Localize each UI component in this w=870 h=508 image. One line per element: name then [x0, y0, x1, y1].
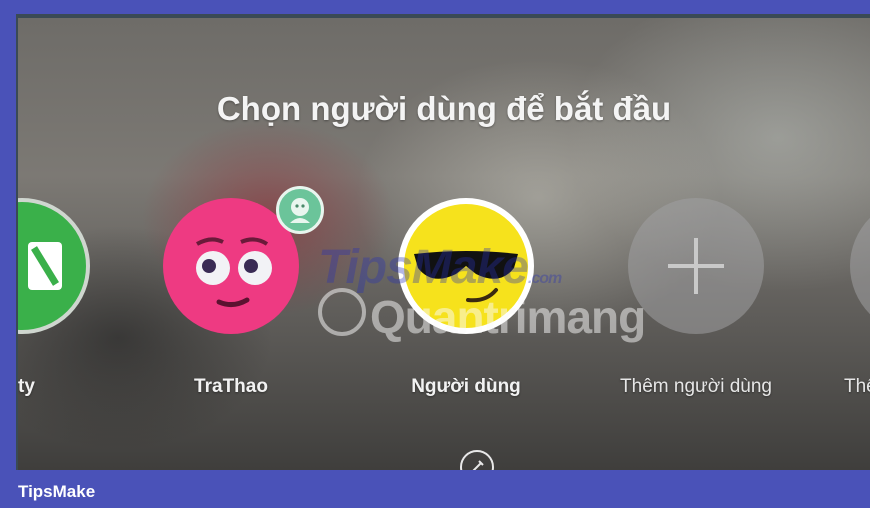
- add-user-label: Thêm người dùng: [620, 376, 772, 397]
- footer-brand: TipsMake: [18, 482, 96, 501]
- watermark-line2: Quantrimang: [370, 291, 646, 343]
- lightbulb-icon: [318, 288, 366, 336]
- footer-bar: TipsMake: [0, 474, 870, 508]
- tv-screen: Chọn người dùng để bắt đầu ty TraThao Ng…: [18, 18, 870, 470]
- add-user-avatar[interactable]: [628, 198, 764, 334]
- watermark: TipsMake.com Quantrimang: [318, 241, 646, 366]
- page-title: Chọn người dùng để bắt đầu: [216, 90, 672, 127]
- plus-icon: [668, 238, 724, 294]
- profile-label-partial-right: Thê: [844, 376, 870, 397]
- profile-avatar-partial-right[interactable]: [850, 198, 870, 334]
- profile-label-nguoi-dung: Người dùng: [411, 376, 521, 397]
- pencil-icon: [472, 460, 484, 470]
- watermark-line1: TipsMake.com: [318, 241, 562, 294]
- profile-label: ty: [18, 376, 35, 397]
- child-profile-icon: [276, 186, 324, 234]
- profile-avatar[interactable]: [18, 198, 90, 334]
- profile-label-trathao: TraThao: [194, 376, 268, 397]
- edit-profiles-button[interactable]: [460, 450, 494, 470]
